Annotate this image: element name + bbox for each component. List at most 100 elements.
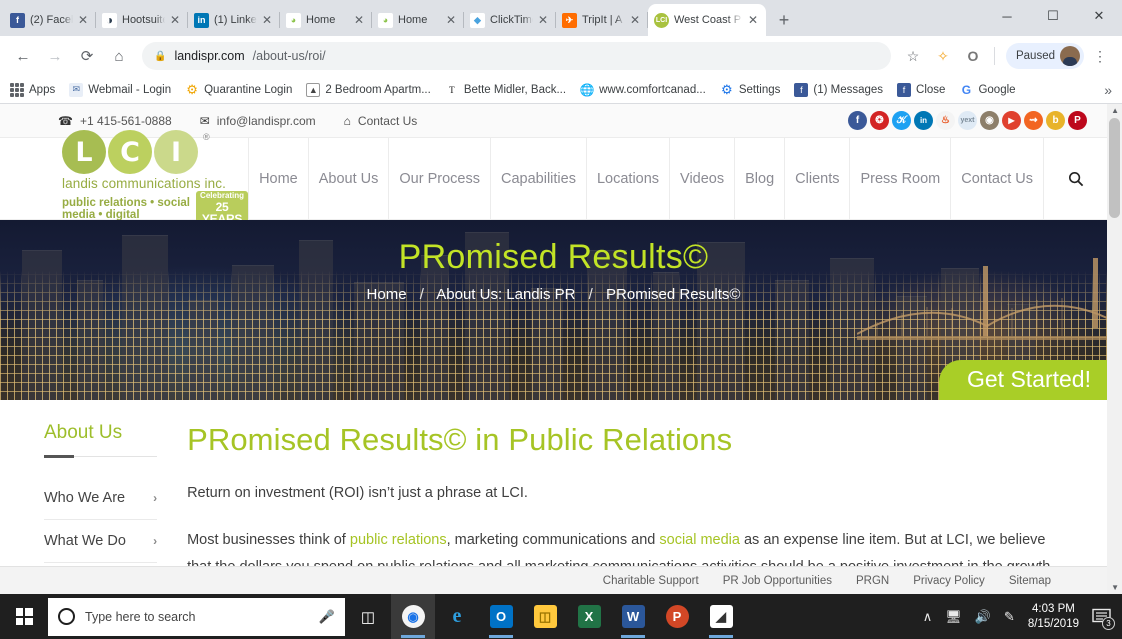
tab-close-icon[interactable]: ✕: [170, 14, 182, 26]
close-window-button[interactable]: ✕: [1076, 0, 1122, 32]
taskbar-clock[interactable]: 4:03 PM 8/15/2019: [1028, 602, 1079, 632]
bookmark-settings[interactable]: ⚙ Settings: [720, 83, 781, 97]
nav-item-home[interactable]: Home: [248, 138, 308, 219]
taskbar-app-edge[interactable]: e: [435, 594, 479, 639]
tab-close-icon[interactable]: ✕: [748, 14, 760, 26]
site-logo[interactable]: L C I ® landis communications inc. publi…: [0, 138, 248, 219]
nav-item-our-process[interactable]: Our Process: [388, 138, 490, 219]
bookmark-nytimes[interactable]: T Bette Midler, Back...: [445, 83, 566, 97]
home-button[interactable]: ⌂: [104, 41, 134, 71]
sidebar-item-what-we-do[interactable]: What We Do ›: [44, 520, 157, 563]
nav-item-about-us[interactable]: About Us: [308, 138, 389, 219]
nav-item-capabilities[interactable]: Capabilities: [490, 138, 586, 219]
footer-link-pr-job-opportunities[interactable]: PR Job Opportunities: [723, 575, 832, 587]
contact-us-link[interactable]: ⌂ Contact Us: [344, 114, 418, 128]
linkedin-icon[interactable]: in: [914, 111, 933, 130]
yext-icon[interactable]: yext: [958, 111, 977, 130]
scroll-up-arrow[interactable]: ▲: [1111, 106, 1119, 115]
back-button[interactable]: ←: [8, 41, 38, 71]
tab-close-icon[interactable]: ✕: [446, 14, 458, 26]
bookmark-star-icon[interactable]: ☆: [899, 42, 927, 70]
notifications-button[interactable]: 3: [1092, 608, 1112, 626]
windows-start-icon[interactable]: [0, 594, 48, 639]
get-started-button[interactable]: Get Started!: [939, 360, 1107, 400]
volume-icon[interactable]: 🔊: [975, 609, 991, 625]
tab-close-icon[interactable]: ✕: [78, 14, 90, 26]
tab-close-icon[interactable]: ✕: [630, 14, 642, 26]
scrollbar-thumb[interactable]: [1109, 118, 1120, 218]
taskbar-app-excel[interactable]: X: [567, 594, 611, 639]
page-scrollbar[interactable]: ▲ ▼: [1107, 104, 1122, 594]
twitter-icon[interactable]: 𝒦: [892, 111, 911, 130]
sidebar-item-who-we-are[interactable]: Who We Are ›: [44, 477, 157, 520]
browser-tab[interactable]: ✈ TripIt | A trip ✕: [556, 4, 648, 36]
footer-link-sitemap[interactable]: Sitemap: [1009, 575, 1051, 587]
forward-button[interactable]: →: [40, 41, 70, 71]
taskbar-app-chrome[interactable]: ◉: [391, 594, 435, 639]
new-tab-button[interactable]: +: [770, 6, 798, 34]
maximize-button[interactable]: ☐: [1030, 0, 1076, 32]
taskbar-app-outlook[interactable]: O: [479, 594, 523, 639]
bookmark-quarantine[interactable]: ⚙ Quarantine Login: [185, 83, 292, 97]
search-icon[interactable]: [1043, 138, 1107, 219]
bookmark-messages[interactable]: f (1) Messages: [794, 83, 883, 97]
opera-extension-icon[interactable]: O: [959, 42, 987, 70]
bookmark-apartment[interactable]: ▲ 2 Bedroom Apartm...: [306, 83, 430, 97]
facebook-icon[interactable]: f: [848, 111, 867, 130]
yelp-icon[interactable]: ❂: [870, 111, 889, 130]
pen-ink-icon[interactable]: ✎: [1004, 609, 1015, 625]
feedly-extension-icon[interactable]: ✧: [929, 42, 957, 70]
nav-item-clients[interactable]: Clients: [784, 138, 849, 219]
nav-item-contact-us[interactable]: Contact Us: [950, 138, 1043, 219]
hotfrog-flame-icon[interactable]: ♨: [936, 111, 955, 130]
nav-item-videos[interactable]: Videos: [669, 138, 734, 219]
address-bar[interactable]: 🔒 landispr.com/about-us/roi/: [142, 42, 891, 70]
scroll-down-arrow[interactable]: ▼: [1111, 583, 1119, 592]
footer-link-privacy-policy[interactable]: Privacy Policy: [913, 575, 985, 587]
bookmark-webmail[interactable]: ✉ Webmail - Login: [69, 83, 171, 97]
taskbar-app-photos[interactable]: ◢: [699, 594, 743, 639]
footer-link-charitable-support[interactable]: Charitable Support: [603, 575, 699, 587]
nav-item-press-room[interactable]: Press Room: [849, 138, 950, 219]
taskbar-search-input[interactable]: Type here to search 🎤: [48, 598, 345, 636]
instagram-camera-icon[interactable]: ◉: [980, 111, 999, 130]
blogger-icon[interactable]: b: [1046, 111, 1065, 130]
network-icon[interactable]: 🖥: [945, 609, 962, 625]
profile-button[interactable]: Paused: [1006, 43, 1084, 69]
youtube-icon[interactable]: ▶: [1002, 111, 1021, 130]
minimize-button[interactable]: ─: [984, 0, 1030, 32]
reload-button[interactable]: ⟳: [72, 41, 102, 71]
task-view-icon[interactable]: ◫: [345, 594, 391, 639]
browser-tab-active[interactable]: LCI West Coast P ✕: [648, 4, 766, 36]
bookmark-apps[interactable]: Apps: [10, 83, 55, 97]
tab-close-icon[interactable]: ✕: [354, 14, 366, 26]
tab-close-icon[interactable]: ✕: [538, 14, 550, 26]
link-social-media[interactable]: social media: [659, 532, 740, 548]
browser-tab[interactable]: f (2) Facebook ✕: [4, 4, 96, 36]
browser-tab[interactable]: in (1) LinkedIn ✕: [188, 4, 280, 36]
tab-close-icon[interactable]: ✕: [262, 14, 274, 26]
browser-tab[interactable]: ◆ ClickTime - V ✕: [464, 4, 556, 36]
tray-chevron-up-icon[interactable]: ∧: [923, 609, 933, 625]
taskbar-app-word[interactable]: W: [611, 594, 655, 639]
nav-item-locations[interactable]: Locations: [586, 138, 669, 219]
browser-tab[interactable]: ◕ Home ✕: [280, 4, 372, 36]
browser-tab[interactable]: ◕ Home ✕: [372, 4, 464, 36]
bookmark-google[interactable]: G Google: [959, 83, 1015, 97]
chrome-menu-icon[interactable]: ⋮: [1086, 42, 1114, 70]
pinterest-icon[interactable]: P: [1068, 111, 1087, 130]
taskbar-app-powerpoint[interactable]: P: [655, 594, 699, 639]
phone-link[interactable]: ☎ +1 415-561-0888: [58, 114, 172, 128]
nav-item-blog[interactable]: Blog: [734, 138, 784, 219]
email-link[interactable]: ✉ info@landispr.com: [200, 114, 316, 128]
rss-icon[interactable]: ⇝: [1024, 111, 1043, 130]
link-public-relations[interactable]: public relations: [350, 532, 447, 548]
taskbar-app-file-explorer[interactable]: ◫: [523, 594, 567, 639]
bookmark-close[interactable]: f Close: [897, 83, 945, 97]
breadcrumb-about-us[interactable]: About Us: Landis PR: [436, 286, 575, 303]
footer-link-prgn[interactable]: PRGN: [856, 575, 889, 587]
breadcrumb-home[interactable]: Home: [367, 286, 407, 303]
bookmark-comfortcanada[interactable]: 🌐 www.comfortcanad...: [580, 83, 706, 97]
microphone-icon[interactable]: 🎤: [319, 609, 335, 625]
browser-tab[interactable]: ◑ Hootsuite ✕: [96, 4, 188, 36]
